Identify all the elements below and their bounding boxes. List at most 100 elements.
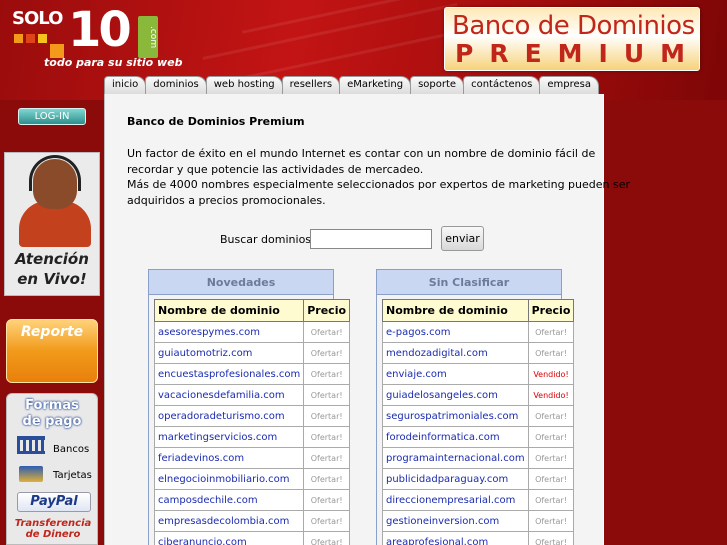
domain-link[interactable]: guiautomotriz.com xyxy=(153,342,305,364)
table-row: elnegocioinmobiliario.com Ofertar! xyxy=(153,468,351,490)
offer-link[interactable]: Ofertar! xyxy=(527,447,575,469)
domain-link[interactable]: direccionempresarial.com xyxy=(382,489,529,511)
offer-link[interactable]: Ofertar! xyxy=(527,510,575,532)
table-row: camposdechile.com Ofertar! xyxy=(153,489,351,511)
col-price-header: Precio xyxy=(303,299,351,322)
domain-link[interactable]: areaprofesional.com xyxy=(382,531,529,545)
offer-link[interactable]: Ofertar! xyxy=(303,426,351,448)
domain-link[interactable]: empresasdecolombia.com xyxy=(153,510,305,532)
domain-link[interactable]: marketingservicios.com xyxy=(153,426,305,448)
report-label: Reporte xyxy=(20,324,84,340)
domain-link[interactable]: ciberanuncio.com xyxy=(153,531,305,545)
payments-title-line1: Formas xyxy=(25,398,79,413)
intro-paragraph-2: Más de 4000 nombres especialmente selecc… xyxy=(127,177,630,208)
offer-link[interactable]: Ofertar! xyxy=(303,531,351,545)
domain-link[interactable]: programainternacional.com xyxy=(382,447,529,469)
offer-link[interactable]: Ofertar! xyxy=(527,468,575,490)
credit-card-icon xyxy=(19,466,43,482)
table-row: guiautomotriz.com Ofertar! xyxy=(153,342,351,364)
panel-sin-clasificar: Sin Clasificar Nombre de dominio Precio e-… xyxy=(376,269,575,545)
transfer-line1: Transferencia xyxy=(14,518,92,529)
table-row: direccionempresarial.com Ofertar! xyxy=(382,489,575,511)
offer-link[interactable]: Ofertar! xyxy=(303,510,351,532)
table-row: mendozadigital.com Ofertar! xyxy=(382,342,575,364)
offer-link[interactable]: Ofertar! xyxy=(303,405,351,427)
domain-link[interactable]: forodeinformatica.com xyxy=(382,426,529,448)
table-header-row: Nombre de dominio Precio xyxy=(153,299,351,322)
search-label: Buscar dominios: xyxy=(220,233,315,246)
tab-web-hosting[interactable]: web hosting xyxy=(205,76,283,94)
table-row: forodeinformatica.com Ofertar! xyxy=(382,426,575,448)
logo-ten: 10 xyxy=(68,2,132,58)
main-content: Banco de Dominios Premium Un factor de é… xyxy=(104,94,630,545)
payment-methods: Formas de pago Bancos Tarjetas PayPal Tr… xyxy=(6,393,98,545)
table-row: guiadelosangeles.com Vendido! xyxy=(382,384,575,406)
search-input[interactable] xyxy=(310,229,432,249)
logo-solo: SOLO xyxy=(12,8,63,29)
tab-emarketing[interactable]: eMarketing xyxy=(339,76,412,94)
tab-inicio[interactable]: inicio xyxy=(104,76,147,94)
report-button[interactable]: Reporte xyxy=(6,319,98,383)
tab-contactenos[interactable]: contáctenos xyxy=(463,76,541,94)
offer-link[interactable]: Ofertar! xyxy=(527,405,575,427)
offer-link[interactable]: Ofertar! xyxy=(527,342,575,364)
table-row: programainternacional.com Ofertar! xyxy=(382,447,575,469)
live-support-banner[interactable]: Atención en Vivo! xyxy=(4,152,100,296)
col-domain-header: Nombre de dominio xyxy=(382,299,529,322)
tab-resellers[interactable]: resellers xyxy=(281,76,341,94)
offer-link[interactable]: Ofertar! xyxy=(527,489,575,511)
table-row: marketingservicios.com Ofertar! xyxy=(153,426,351,448)
domain-link[interactable]: segurospatrimoniales.com xyxy=(382,405,529,427)
domain-link[interactable]: gestioneinversion.com xyxy=(382,510,529,532)
logo-square xyxy=(26,34,35,43)
site-logo[interactable]: SOLO 10 .com todo para su sitio web xyxy=(10,2,183,72)
table-row: ciberanuncio.com Ofertar! xyxy=(153,531,351,545)
domain-link[interactable]: operadoradeturismo.com xyxy=(153,405,305,427)
premium-banner: Banco de Dominios PREMIUM xyxy=(444,7,700,71)
domain-link[interactable]: feriadevinos.com xyxy=(153,447,305,469)
offer-link[interactable]: Ofertar! xyxy=(303,489,351,511)
domain-link[interactable]: camposdechile.com xyxy=(153,489,305,511)
domain-link[interactable]: vacacionesdefamilia.com xyxy=(153,384,305,406)
logo-tagline: todo para su sitio web xyxy=(44,56,183,69)
offer-link[interactable]: Ofertar! xyxy=(527,426,575,448)
offer-link[interactable]: Ofertar! xyxy=(303,447,351,469)
tab-empresa[interactable]: empresa xyxy=(539,76,599,94)
login-button[interactable]: LOG-IN xyxy=(18,108,86,125)
table-row: segurospatrimoniales.com Ofertar! xyxy=(382,405,575,427)
support-label: Atención en Vivo! xyxy=(5,249,99,289)
offer-link[interactable]: Ofertar! xyxy=(303,363,351,385)
left-sidebar: LOG-IN Atención en Vivo! Reporte Formas … xyxy=(0,100,104,545)
banner-line1: Banco de Dominios xyxy=(452,11,695,41)
tab-soporte[interactable]: soporte xyxy=(410,76,465,94)
domain-link[interactable]: encuestasprofesionales.com xyxy=(153,363,305,385)
intro-line: adquiridos a precios promocionales. xyxy=(127,193,326,207)
domain-link[interactable]: enviaje.com xyxy=(382,363,529,385)
panel-title: Novedades xyxy=(149,270,333,295)
domain-link[interactable]: publicidadparaguay.com xyxy=(382,468,529,490)
intro-line: Un factor de éxito en el mundo Internet … xyxy=(127,147,596,160)
domain-link[interactable]: elnegocioinmobiliario.com xyxy=(153,468,305,490)
table-row: areaprofesional.com Ofertar! xyxy=(382,531,575,545)
offer-link[interactable]: Ofertar! xyxy=(527,321,575,343)
domain-link[interactable]: asesorespymes.com xyxy=(153,321,305,343)
offer-link[interactable]: Ofertar! xyxy=(303,468,351,490)
table-row: asesorespymes.com Ofertar! xyxy=(153,321,351,343)
domain-link[interactable]: guiadelosangeles.com xyxy=(382,384,529,406)
offer-link[interactable]: Ofertar! xyxy=(303,342,351,364)
logo-square xyxy=(14,34,23,43)
top-nav: inicio dominios web hosting resellers eM… xyxy=(104,76,604,94)
domain-link[interactable]: e-pagos.com xyxy=(382,321,529,343)
table-row: vacacionesdefamilia.com Ofertar! xyxy=(153,384,351,406)
offer-link[interactable]: Ofertar! xyxy=(303,321,351,343)
intro-paragraph-1: Un factor de éxito en el mundo Internet … xyxy=(127,146,595,177)
domain-link[interactable]: mendozadigital.com xyxy=(382,342,529,364)
bank-icon xyxy=(17,436,45,454)
offer-link[interactable]: Ofertar! xyxy=(527,531,575,545)
tab-dominios[interactable]: dominios xyxy=(145,76,207,94)
banks-label: Bancos xyxy=(53,444,90,455)
col-domain-header: Nombre de dominio xyxy=(153,299,305,322)
domains-table: Nombre de dominio Precio e-pagos.com Oferta… xyxy=(382,299,575,545)
search-button[interactable]: enviar xyxy=(441,226,484,251)
offer-link[interactable]: Ofertar! xyxy=(303,384,351,406)
